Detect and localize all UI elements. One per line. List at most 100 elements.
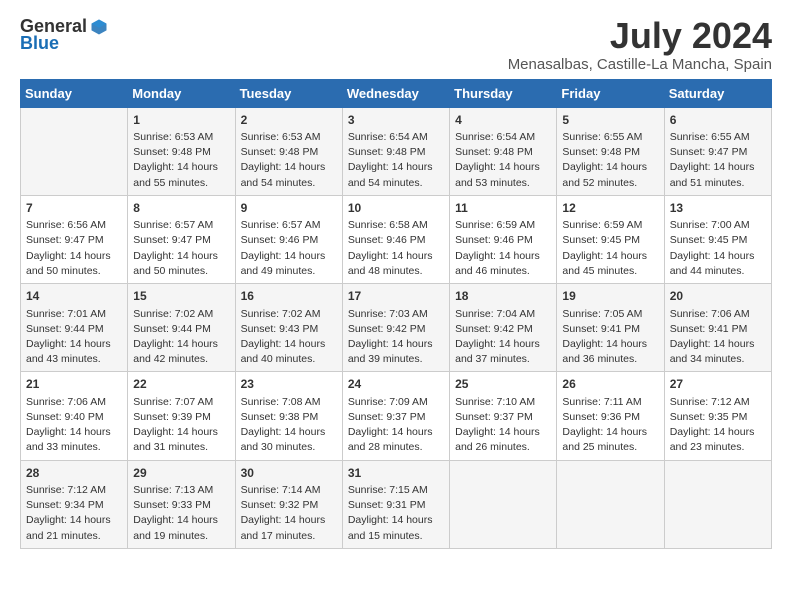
day-number: 15 (133, 288, 229, 305)
day-number: 21 (26, 376, 122, 393)
cell-line: and 28 minutes. (348, 440, 444, 455)
day-number: 5 (562, 112, 658, 129)
cell-line: Sunset: 9:38 PM (241, 410, 337, 425)
cell-line: Daylight: 14 hours (348, 513, 444, 528)
calendar-cell: 7Sunrise: 6:56 AMSunset: 9:47 PMDaylight… (21, 195, 128, 283)
cell-line: Sunrise: 6:54 AM (455, 130, 551, 145)
calendar-cell: 22Sunrise: 7:07 AMSunset: 9:39 PMDayligh… (128, 372, 235, 460)
calendar-cell: 20Sunrise: 7:06 AMSunset: 9:41 PMDayligh… (664, 284, 771, 372)
calendar-cell: 15Sunrise: 7:02 AMSunset: 9:44 PMDayligh… (128, 284, 235, 372)
day-number: 13 (670, 200, 766, 217)
calendar-cell: 25Sunrise: 7:10 AMSunset: 9:37 PMDayligh… (450, 372, 557, 460)
cell-line: Sunrise: 7:02 AM (133, 307, 229, 322)
day-number: 25 (455, 376, 551, 393)
day-number: 27 (670, 376, 766, 393)
day-number: 22 (133, 376, 229, 393)
col-header-wednesday: Wednesday (342, 79, 449, 107)
day-number: 6 (670, 112, 766, 129)
cell-line: Sunrise: 7:13 AM (133, 483, 229, 498)
cell-line: Daylight: 14 hours (670, 425, 766, 440)
cell-line: Sunset: 9:41 PM (562, 322, 658, 337)
cell-line: and 36 minutes. (562, 352, 658, 367)
cell-line: Daylight: 14 hours (241, 425, 337, 440)
cell-line: Sunset: 9:34 PM (26, 498, 122, 513)
logo-blue: Blue (20, 33, 59, 54)
cell-line: and 48 minutes. (348, 264, 444, 279)
main-title: July 2024 (508, 16, 772, 56)
cell-line: Sunrise: 6:59 AM (562, 218, 658, 233)
calendar-cell: 8Sunrise: 6:57 AMSunset: 9:47 PMDaylight… (128, 195, 235, 283)
cell-line: Sunset: 9:37 PM (455, 410, 551, 425)
calendar-cell: 30Sunrise: 7:14 AMSunset: 9:32 PMDayligh… (235, 460, 342, 548)
cell-line: Daylight: 14 hours (241, 513, 337, 528)
cell-line: Sunset: 9:40 PM (26, 410, 122, 425)
cell-line: Daylight: 14 hours (133, 337, 229, 352)
calendar-cell (557, 460, 664, 548)
cell-line: Sunset: 9:46 PM (348, 233, 444, 248)
cell-line: and 26 minutes. (455, 440, 551, 455)
header-row: SundayMondayTuesdayWednesdayThursdayFrid… (21, 79, 772, 107)
cell-line: Sunrise: 7:08 AM (241, 395, 337, 410)
cell-line: Sunset: 9:33 PM (133, 498, 229, 513)
cell-line: Sunrise: 7:01 AM (26, 307, 122, 322)
cell-line: and 15 minutes. (348, 529, 444, 544)
cell-line: and 46 minutes. (455, 264, 551, 279)
day-number: 19 (562, 288, 658, 305)
cell-line: Sunset: 9:48 PM (241, 145, 337, 160)
cell-line: Sunrise: 7:12 AM (26, 483, 122, 498)
cell-line: Sunset: 9:48 PM (562, 145, 658, 160)
cell-line: Sunset: 9:44 PM (26, 322, 122, 337)
day-number: 20 (670, 288, 766, 305)
cell-line: and 40 minutes. (241, 352, 337, 367)
cell-line: Sunrise: 6:53 AM (241, 130, 337, 145)
cell-line: Sunrise: 6:58 AM (348, 218, 444, 233)
day-number: 31 (348, 465, 444, 482)
day-number: 9 (241, 200, 337, 217)
cell-line: Sunset: 9:47 PM (26, 233, 122, 248)
cell-line: Daylight: 14 hours (241, 160, 337, 175)
cell-line: and 17 minutes. (241, 529, 337, 544)
cell-line: Sunrise: 7:09 AM (348, 395, 444, 410)
calendar-cell: 10Sunrise: 6:58 AMSunset: 9:46 PMDayligh… (342, 195, 449, 283)
cell-line: and 43 minutes. (26, 352, 122, 367)
day-number: 12 (562, 200, 658, 217)
cell-line: and 50 minutes. (133, 264, 229, 279)
cell-line: and 55 minutes. (133, 176, 229, 191)
cell-line: Sunrise: 7:06 AM (670, 307, 766, 322)
location-subtitle: Menasalbas, Castille-La Mancha, Spain (508, 56, 772, 73)
calendar-cell: 18Sunrise: 7:04 AMSunset: 9:42 PMDayligh… (450, 284, 557, 372)
cell-line: Sunrise: 7:15 AM (348, 483, 444, 498)
cell-line: and 33 minutes. (26, 440, 122, 455)
day-number: 14 (26, 288, 122, 305)
cell-line: Daylight: 14 hours (348, 249, 444, 264)
cell-line: Sunrise: 7:02 AM (241, 307, 337, 322)
day-number: 17 (348, 288, 444, 305)
calendar-cell: 16Sunrise: 7:02 AMSunset: 9:43 PMDayligh… (235, 284, 342, 372)
day-number: 8 (133, 200, 229, 217)
week-row-2: 7Sunrise: 6:56 AMSunset: 9:47 PMDaylight… (21, 195, 772, 283)
day-number: 18 (455, 288, 551, 305)
calendar-cell: 2Sunrise: 6:53 AMSunset: 9:48 PMDaylight… (235, 107, 342, 195)
cell-line: and 23 minutes. (670, 440, 766, 455)
day-number: 30 (241, 465, 337, 482)
col-header-tuesday: Tuesday (235, 79, 342, 107)
calendar-cell (450, 460, 557, 548)
week-row-1: 1Sunrise: 6:53 AMSunset: 9:48 PMDaylight… (21, 107, 772, 195)
calendar-cell: 31Sunrise: 7:15 AMSunset: 9:31 PMDayligh… (342, 460, 449, 548)
cell-line: Sunrise: 7:00 AM (670, 218, 766, 233)
cell-line: Sunset: 9:42 PM (455, 322, 551, 337)
cell-line: Daylight: 14 hours (455, 249, 551, 264)
cell-line: and 53 minutes. (455, 176, 551, 191)
calendar-cell (664, 460, 771, 548)
cell-line: Sunrise: 6:55 AM (562, 130, 658, 145)
cell-line: Daylight: 14 hours (133, 160, 229, 175)
cell-line: Daylight: 14 hours (670, 160, 766, 175)
cell-line: Daylight: 14 hours (562, 160, 658, 175)
calendar-cell: 11Sunrise: 6:59 AMSunset: 9:46 PMDayligh… (450, 195, 557, 283)
day-number: 7 (26, 200, 122, 217)
cell-line: and 42 minutes. (133, 352, 229, 367)
day-number: 2 (241, 112, 337, 129)
cell-line: Sunset: 9:46 PM (455, 233, 551, 248)
cell-line: Sunset: 9:45 PM (670, 233, 766, 248)
day-number: 29 (133, 465, 229, 482)
